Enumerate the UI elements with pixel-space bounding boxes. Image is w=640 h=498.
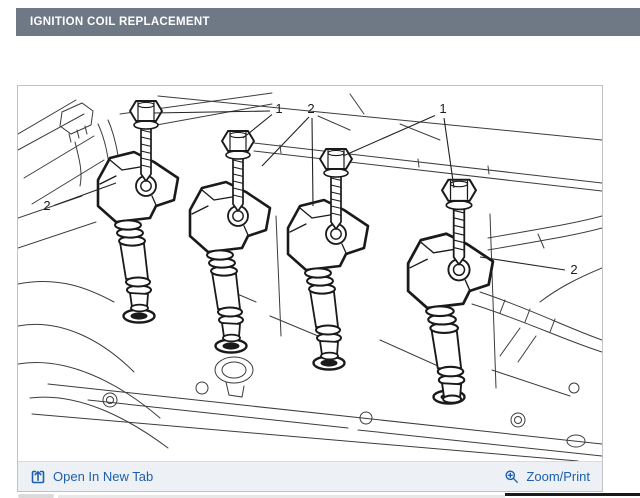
ignition-coil-1 bbox=[96, 99, 180, 313]
ignition-coil-4 bbox=[406, 178, 495, 405]
callout-label-2c: 2 bbox=[570, 262, 577, 277]
engine-diagram: 1 2 1 2 2 bbox=[18, 86, 602, 461]
open-in-new-tab-label: Open In New Tab bbox=[53, 469, 154, 484]
figure-footer-bar: Open In New Tab Zoom/Print bbox=[18, 461, 602, 491]
zoom-in-icon bbox=[504, 469, 519, 484]
callout-label-1b: 1 bbox=[439, 101, 446, 116]
open-in-new-tab-icon bbox=[30, 469, 46, 485]
section-header-bar: IGNITION COIL REPLACEMENT bbox=[16, 8, 640, 36]
callout-label-1a: 1 bbox=[275, 101, 282, 116]
scrollbar-segment-left[interactable] bbox=[18, 494, 54, 498]
figure-card: 1 2 1 2 2 Open In New Tab Zoom/Print bbox=[17, 85, 603, 492]
zoom-print-link[interactable]: Zoom/Print bbox=[504, 469, 590, 484]
zoom-print-label: Zoom/Print bbox=[526, 469, 590, 484]
open-in-new-tab-link[interactable]: Open In New Tab bbox=[30, 469, 153, 485]
next-section-edge bbox=[505, 493, 640, 496]
callout-label-2a: 2 bbox=[307, 101, 314, 116]
ignition-coil-2 bbox=[188, 129, 272, 343]
section-title: IGNITION COIL REPLACEMENT bbox=[30, 16, 210, 28]
ignition-coil-3 bbox=[286, 147, 370, 361]
callout-label-2b: 2 bbox=[43, 198, 50, 213]
engine-diagram-svg: 1 2 1 2 2 bbox=[18, 92, 602, 461]
spark-plug-wells bbox=[122, 308, 466, 405]
